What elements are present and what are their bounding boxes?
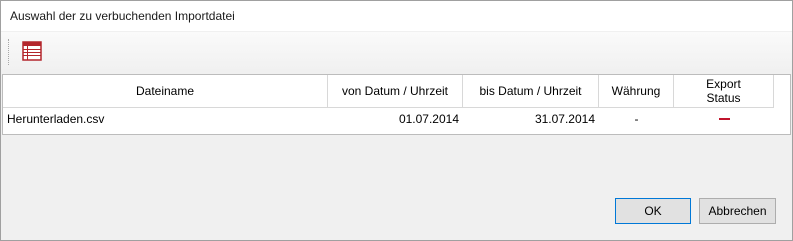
dialog-window: Auswahl der zu verbuchenden Importdatei … <box>0 0 793 241</box>
column-header-bis-datum[interactable]: bis Datum / Uhrzeit <box>463 75 599 108</box>
column-header-von-datum[interactable]: von Datum / Uhrzeit <box>328 75 463 108</box>
table-header: Dateiname von Datum / Uhrzeit bis Datum … <box>3 75 774 108</box>
column-header-dateiname[interactable]: Dateiname <box>3 75 328 108</box>
window-title: Auswahl der zu verbuchenden Importdatei <box>10 9 235 23</box>
cell-von-datum[interactable]: 01.07.2014 <box>328 109 463 129</box>
table-row[interactable]: Herunterladen.csv 01.07.2014 31.07.2014 … <box>3 109 774 129</box>
cancel-button[interactable]: Abbrechen <box>699 198 776 224</box>
cell-bis-datum[interactable]: 31.07.2014 <box>463 109 599 129</box>
cell-export-status[interactable] <box>674 109 774 129</box>
list-icon <box>21 40 43 65</box>
import-file-table: Dateiname von Datum / Uhrzeit bis Datum … <box>2 74 791 135</box>
status-dash-icon <box>718 118 730 120</box>
title-bar: Auswahl der zu verbuchenden Importdatei <box>1 1 792 31</box>
ok-button[interactable]: OK <box>615 198 691 224</box>
toolbar <box>1 32 792 72</box>
list-view-button[interactable] <box>20 40 44 64</box>
cell-dateiname[interactable]: Herunterladen.csv <box>3 109 328 129</box>
cell-waehrung[interactable]: - <box>599 109 674 129</box>
column-header-waehrung[interactable]: Währung <box>599 75 674 108</box>
column-header-export-status[interactable]: Export Status <box>674 75 774 108</box>
toolbar-grip <box>8 39 11 65</box>
